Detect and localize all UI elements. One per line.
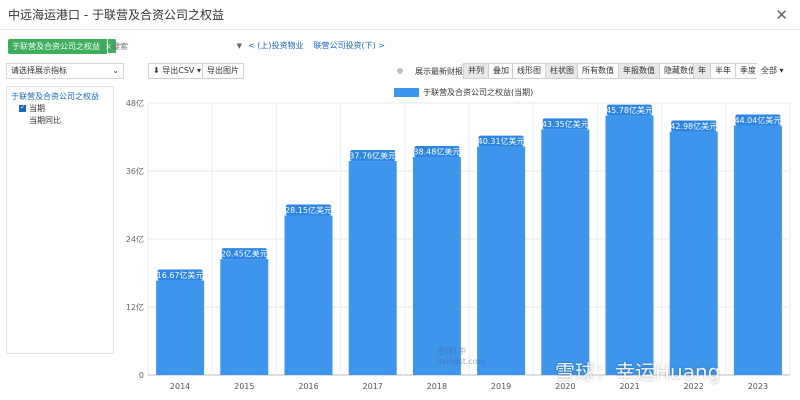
bar: [733, 125, 782, 375]
bar: [412, 156, 461, 375]
x-tick-label: 2016: [298, 382, 318, 391]
data-label: 28.15亿美元: [285, 205, 332, 215]
y-tick-label: 12亿: [126, 302, 144, 312]
y-tick-label: 0: [139, 371, 144, 380]
bar: [605, 115, 654, 375]
x-tick-label: 2018: [427, 382, 447, 391]
watermark-small-line1: 雪球1中: [437, 347, 467, 356]
bar: [156, 280, 205, 375]
data-label: 40.31亿美元: [478, 136, 525, 146]
bar: [541, 129, 590, 375]
y-tick-label: 24亿: [126, 234, 144, 244]
bar-chart: 0 12亿 24亿 36亿 48亿 16.67亿美元 2014 20.45亿美元 2015 28.…: [126, 98, 791, 391]
data-label: 43.35亿美元: [542, 119, 589, 129]
bar: [477, 146, 526, 375]
x-tick-label: 2015: [234, 382, 254, 391]
data-label: 16.67亿美元: [157, 270, 204, 280]
bar: [669, 131, 718, 375]
watermark-small-line2: livingst.com: [437, 357, 486, 366]
data-label: 20.45亿美元: [221, 249, 268, 259]
x-tick-label: 2023: [748, 382, 768, 391]
bar: [348, 161, 397, 375]
bar: [220, 259, 269, 375]
x-tick-label: 2019: [491, 382, 511, 391]
watermark-text: 雪球：幸运Huang: [555, 360, 721, 384]
bar: [284, 215, 333, 375]
y-tick-label: 36亿: [126, 166, 144, 176]
data-label: 45.78亿美元: [606, 105, 653, 115]
x-tick-label: 2014: [170, 382, 190, 391]
chart-window: 中远海运港口 - 于联营及合资公司之权益 ✕ 于联营及合资公司之权益 × ▼ <…: [0, 0, 800, 400]
data-label: 42.98亿美元: [670, 121, 717, 131]
data-label: 37.76亿美元: [349, 151, 396, 161]
x-tick-label: 2017: [363, 382, 383, 391]
watermark-small: 雪球1中 livingst.com: [437, 347, 485, 367]
data-label: 44.04亿美元: [734, 115, 781, 125]
y-tick-label: 48亿: [126, 98, 144, 108]
data-label: 38.48亿美元: [413, 146, 460, 156]
